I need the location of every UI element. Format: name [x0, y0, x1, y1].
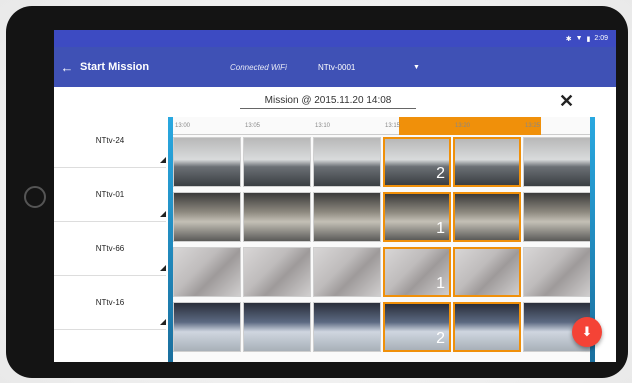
download-button[interactable]: ⬇: [572, 317, 602, 347]
thumbnail-selected[interactable]: 2: [383, 137, 451, 187]
clip-count: 2: [436, 330, 445, 347]
expand-corner-icon[interactable]: [160, 211, 166, 217]
thumbnail[interactable]: [173, 247, 241, 297]
mission-title: Mission @ 2015.11.20 14:08: [240, 95, 416, 109]
close-icon[interactable]: ✕: [559, 91, 574, 112]
thumbnail-selected[interactable]: [453, 247, 521, 297]
arrow-back-icon[interactable]: ←: [54, 60, 80, 75]
app-bar: ← Start Mission Connected WiFi NTtv-0001…: [54, 47, 616, 87]
wifi-label: Connected WiFi: [230, 62, 287, 72]
thumbnail-selected[interactable]: 1: [383, 247, 451, 297]
thumbnail[interactable]: [313, 247, 381, 297]
status-time: 2:09: [594, 35, 608, 42]
thumbnail-selected[interactable]: 1: [383, 192, 451, 242]
bluetooth-icon: ✱: [565, 35, 572, 43]
thumbnail[interactable]: [173, 137, 241, 187]
time-tick: 13:05: [245, 123, 261, 129]
background: ✱ ▼ ▮ 2:09 ← Start Mission Connected WiF…: [0, 0, 632, 383]
thumbnail-selected[interactable]: [453, 137, 521, 187]
thumbnail[interactable]: [313, 302, 381, 352]
battery-icon: ▮: [586, 35, 591, 43]
wifi-icon: ▼: [575, 35, 583, 42]
row-label[interactable]: NTtv-66: [54, 222, 166, 276]
mission-content: Mission @ 2015.11.20 14:08 ✕ NTtv-24 NTtv…: [54, 87, 616, 362]
time-tick: 13:25: [525, 123, 541, 129]
row-label[interactable]: NTtv-01: [54, 168, 166, 222]
time-tick: 13:00: [175, 123, 191, 129]
thumbnail[interactable]: [173, 192, 241, 242]
thumbnail-selected[interactable]: [453, 192, 521, 242]
thumbnail[interactable]: [313, 192, 381, 242]
thumbnail[interactable]: [523, 247, 591, 297]
time-tick: 13:20: [455, 123, 471, 129]
caret-down-icon[interactable]: ▼: [413, 64, 420, 71]
row-label-text: NTtv-24: [95, 136, 125, 145]
thumbnail-selected[interactable]: 2: [383, 302, 451, 352]
time-axis: 13:00 13:05 13:10 13:15 13:20 13:25: [173, 117, 590, 135]
status-bar: ✱ ▼ ▮ 2:09: [54, 30, 616, 47]
tablet-frame: ✱ ▼ ▮ 2:09 ← Start Mission Connected WiF…: [6, 6, 628, 378]
thumbnail[interactable]: [523, 192, 591, 242]
thumbnail-grid: 2 1 1 2: [173, 137, 591, 362]
thumbnail[interactable]: [173, 302, 241, 352]
thumbnail[interactable]: [243, 302, 311, 352]
time-tick: 13:10: [315, 123, 331, 129]
row-label-text: NTtv-01: [95, 190, 125, 199]
clip-count: 1: [436, 220, 445, 237]
wifi-selector[interactable]: NTtv-0001: [318, 63, 413, 72]
row-label[interactable]: NTtv-16: [54, 276, 166, 330]
expand-corner-icon[interactable]: [160, 157, 166, 163]
row-label-text: NTtv-16: [95, 298, 125, 307]
thumbnail[interactable]: [313, 137, 381, 187]
download-icon: ⬇: [581, 324, 593, 339]
expand-corner-icon[interactable]: [160, 319, 166, 325]
thumbnail[interactable]: [243, 137, 311, 187]
screen: ✱ ▼ ▮ 2:09 ← Start Mission Connected WiF…: [54, 30, 616, 362]
home-button[interactable]: [24, 186, 46, 208]
row-label[interactable]: NTtv-24: [54, 114, 166, 168]
time-tick: 13:15: [385, 123, 401, 129]
timeline: 13:00 13:05 13:10 13:15 13:20 13:25 2 1 1 2: [168, 117, 595, 362]
thumbnail[interactable]: [523, 137, 591, 187]
clip-count: 2: [436, 165, 445, 182]
thumbnail[interactable]: [243, 192, 311, 242]
row-label-text: NTtv-66: [95, 244, 125, 253]
clip-count: 1: [436, 275, 445, 292]
thumbnail[interactable]: [243, 247, 311, 297]
thumbnail-selected[interactable]: [453, 302, 521, 352]
expand-corner-icon[interactable]: [160, 265, 166, 271]
app-title: Start Mission: [80, 61, 150, 73]
